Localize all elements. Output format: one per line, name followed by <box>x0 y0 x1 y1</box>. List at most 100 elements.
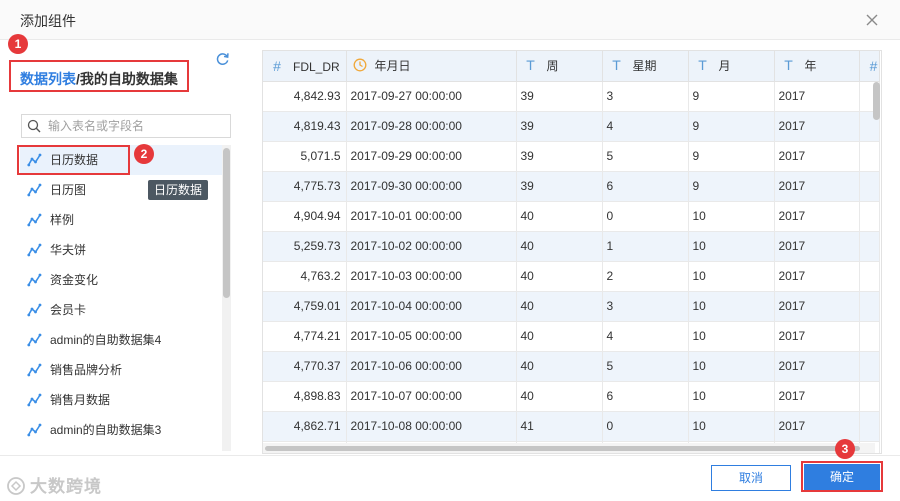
table-cell: 2017-09-28 00:00:00 <box>346 111 517 142</box>
table-cell: 9 <box>688 111 775 142</box>
column-header-label: 月 <box>718 59 731 74</box>
dataset-icon <box>27 393 42 407</box>
table-cell: 4,759.01 <box>263 291 347 322</box>
text-type-icon: T <box>698 57 707 74</box>
search-input[interactable] <box>48 117 224 135</box>
table-cell: 2017-10-06 00:00:00 <box>346 351 517 382</box>
table-row: 4,898.83 2017-10-07 00:00:00 40 6 10 2017 <box>263 381 880 412</box>
table-cell-overflow <box>859 201 880 232</box>
table-cell: 2017 <box>774 411 860 442</box>
column-header[interactable]: T 星期 <box>602 51 689 82</box>
ok-button[interactable]: 确定 <box>804 464 880 490</box>
table-cell: 9 <box>688 141 775 172</box>
dataset-item[interactable]: 资金变化 <box>20 265 222 295</box>
table-cell: 2017 <box>774 291 860 322</box>
table-cell: 4,898.83 <box>263 381 347 412</box>
table-cell: 2017 <box>774 111 860 142</box>
table-cell: 10 <box>688 351 775 382</box>
table-cell: 2017-09-30 00:00:00 <box>346 171 517 202</box>
data-preview-table: # FDL_DR 年月日 T 周 T 星期 T 月 T 年 # 4,842.93 2017-09-27 … <box>262 50 882 454</box>
dataset-icon <box>27 423 42 437</box>
dataset-item[interactable]: 销售月数据 <box>20 385 222 415</box>
table-cell: 2017-09-29 00:00:00 <box>346 141 517 172</box>
table-cell: 10 <box>688 291 775 322</box>
dataset-list-scrollbar[interactable] <box>223 148 230 298</box>
table-row: 4,770.37 2017-10-06 00:00:00 40 5 10 2017 <box>263 351 880 382</box>
table-row: 4,842.93 2017-09-27 00:00:00 39 3 9 2017 <box>263 81 880 112</box>
table-cell: 2017 <box>774 81 860 112</box>
refresh-icon[interactable] <box>215 51 230 66</box>
dataset-item[interactable]: 样例 <box>20 205 222 235</box>
table-cell-overflow <box>859 351 880 382</box>
dataset-icon <box>27 243 42 257</box>
table-cell: 2017-09-27 00:00:00 <box>346 81 517 112</box>
dataset-icon <box>27 183 42 197</box>
table-row: 4,774.21 2017-10-05 00:00:00 40 4 10 2017 <box>263 321 880 352</box>
table-cell: 3 <box>602 81 689 112</box>
table-cell: 39 <box>516 171 603 202</box>
table-cell: 2017-10-08 00:00:00 <box>346 411 517 442</box>
column-header[interactable]: # <box>859 51 880 82</box>
table-header-row: # FDL_DR 年月日 T 周 T 星期 T 月 T 年 # <box>263 51 880 82</box>
dataset-icon <box>27 303 42 317</box>
dataset-item[interactable]: admin的自助数据集4 <box>20 325 222 355</box>
dataset-item[interactable]: 华夫饼 <box>20 235 222 265</box>
table-row: 5,071.5 2017-09-29 00:00:00 39 5 9 2017 <box>263 141 880 172</box>
table-horizontal-scrollbar[interactable] <box>265 446 860 451</box>
step-badge-3: 3 <box>835 439 855 459</box>
table-cell: 2017-10-02 00:00:00 <box>346 231 517 262</box>
table-vertical-scrollbar[interactable] <box>873 82 880 120</box>
column-header-label: 年月日 <box>374 59 411 74</box>
table-cell-overflow <box>859 321 880 352</box>
dataset-item-label: admin的自助数据集4 <box>50 333 162 347</box>
table-cell: 4,819.43 <box>263 111 347 142</box>
table-cell: 2017-10-04 00:00:00 <box>346 291 517 322</box>
column-header[interactable]: T年 <box>774 51 860 82</box>
footer-divider <box>0 455 900 456</box>
column-header-label: 星期 <box>632 59 657 74</box>
table-cell: 2017-10-01 00:00:00 <box>346 201 517 232</box>
table-cell-overflow <box>859 261 880 292</box>
table-cell: 5 <box>602 141 689 172</box>
column-header-label: 周 <box>546 59 559 74</box>
table-cell-overflow <box>859 141 880 172</box>
column-header[interactable]: T月 <box>688 51 775 82</box>
table-cell: 5,259.73 <box>263 231 347 262</box>
step-badge-1: 1 <box>8 34 28 54</box>
column-header[interactable]: # FDL_DR <box>263 51 347 82</box>
table-cell: 6 <box>602 171 689 202</box>
table-cell: 2017 <box>774 171 860 202</box>
table-cell: 10 <box>688 381 775 412</box>
cancel-button[interactable]: 取消 <box>711 465 791 491</box>
dataset-item[interactable]: 销售品牌分析 <box>20 355 222 385</box>
table-cell: 39 <box>516 141 603 172</box>
column-header-label: 年 <box>804 59 817 74</box>
text-type-icon: T <box>526 57 535 74</box>
dialog-title-bar: 添加组件 <box>0 0 900 40</box>
table-cell: 40 <box>516 291 603 322</box>
dialog-title: 添加组件 <box>20 13 76 29</box>
table-cell: 4,775.73 <box>263 171 347 202</box>
table-cell-overflow <box>859 231 880 262</box>
column-header[interactable]: T周 <box>516 51 603 82</box>
selected-item-highlight <box>17 145 130 175</box>
table-row: 4,819.43 2017-09-28 00:00:00 39 4 9 2017 <box>263 111 880 142</box>
dataset-item[interactable]: admin的自助数据集3 <box>20 415 222 445</box>
column-header[interactable]: 年月日 <box>346 51 517 82</box>
dataset-icon <box>27 363 42 377</box>
table-cell: 10 <box>688 231 775 262</box>
dataset-item-label: 日历图 <box>50 183 87 197</box>
table-row: 5,259.73 2017-10-02 00:00:00 40 1 10 2017 <box>263 231 880 262</box>
table-cell: 0 <box>602 201 689 232</box>
close-icon[interactable] <box>864 12 880 28</box>
table-cell: 4 <box>602 321 689 352</box>
dataset-item[interactable]: 会员卡 <box>20 295 222 325</box>
text-type-icon: T <box>784 57 793 74</box>
table-cell: 10 <box>688 321 775 352</box>
table-row: 4,759.01 2017-10-04 00:00:00 40 3 10 2017 <box>263 291 880 322</box>
table-cell: 39 <box>516 111 603 142</box>
table-row: 4,862.71 2017-10-08 00:00:00 41 0 10 2017 <box>263 411 880 442</box>
table-cell: 5 <box>602 351 689 382</box>
table-cell-overflow <box>859 381 880 412</box>
table-row: 4,763.2 2017-10-03 00:00:00 40 2 10 2017 <box>263 261 880 292</box>
